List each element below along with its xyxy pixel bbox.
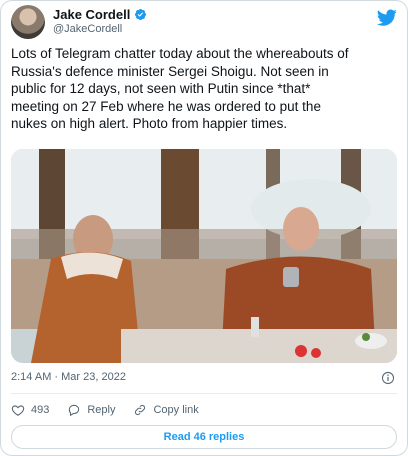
- timestamp[interactable]: 2:14 AM · Mar 23, 2022: [11, 371, 126, 383]
- author-name-row[interactable]: Jake Cordell: [53, 7, 147, 22]
- timestamp-row: 2:14 AM · Mar 23, 2022: [11, 371, 397, 387]
- reply-label: Reply: [87, 404, 116, 416]
- copy-link-label: Copy link: [153, 404, 199, 416]
- tweet-card: Jake Cordell @JakeCordell Lots of Telegr…: [0, 0, 408, 456]
- handle[interactable]: @JakeCordell: [53, 23, 122, 35]
- copy-link-button[interactable]: Copy link: [133, 403, 199, 417]
- tweet-text: Lots of Telegram chatter today about the…: [11, 46, 349, 131]
- tweet-photo[interactable]: [11, 149, 397, 363]
- heart-icon: [11, 405, 25, 416]
- verified-badge-icon: [135, 8, 147, 21]
- reply-button[interactable]: Reply: [67, 403, 115, 417]
- action-bar: 493 Reply Copy link: [11, 401, 199, 419]
- divider: [11, 393, 397, 394]
- read-replies-button[interactable]: Read 46 replies: [11, 425, 397, 449]
- link-icon: [135, 404, 146, 416]
- info-icon[interactable]: [381, 371, 395, 385]
- avatar[interactable]: [11, 5, 45, 39]
- reply-icon: [69, 404, 80, 417]
- like-button[interactable]: 493: [11, 403, 49, 417]
- tweet-header: Jake Cordell @JakeCordell: [9, 5, 399, 39]
- photo-illustration: [11, 149, 397, 363]
- display-name[interactable]: Jake Cordell: [53, 7, 130, 22]
- twitter-bird-icon[interactable]: [377, 7, 397, 27]
- like-count: 493: [31, 404, 50, 416]
